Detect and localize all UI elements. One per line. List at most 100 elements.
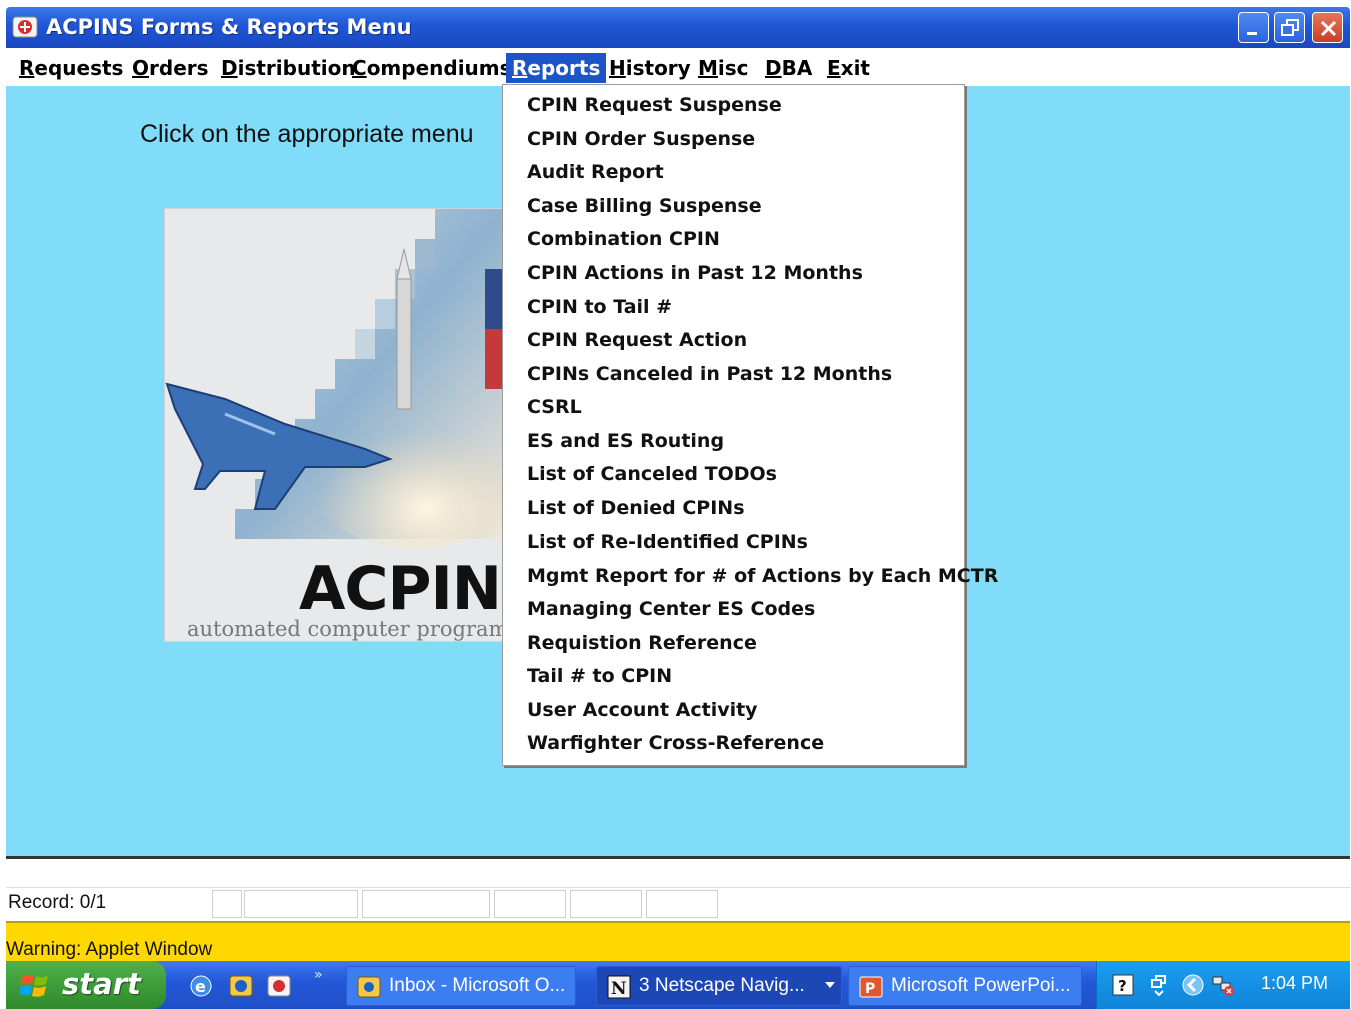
- menu-bar: Requests Orders Distribution Compendiums…: [6, 48, 1350, 86]
- task-powerpoint-label: Microsoft PowerPoi...: [891, 975, 1071, 996]
- menu-orders[interactable]: Orders: [126, 53, 215, 83]
- menu-orders-mnemonic: O: [132, 56, 150, 80]
- menu-distribution-label: istribution: [237, 56, 356, 80]
- menu-item-re-identified-cpins[interactable]: List of Re-Identified CPINs: [527, 527, 808, 557]
- windows-flag-icon: [20, 974, 48, 997]
- menu-item-combination-cpin[interactable]: Combination CPIN: [527, 224, 720, 254]
- menu-history[interactable]: History: [603, 53, 697, 83]
- menu-distribution[interactable]: Distribution: [215, 53, 362, 83]
- outlook-icon[interactable]: [228, 973, 254, 999]
- menu-reports-label: eports: [527, 56, 601, 80]
- powerpoint-icon: P: [859, 976, 883, 998]
- menu-item-es-routing[interactable]: ES and ES Routing: [527, 426, 724, 456]
- task-netscape-label: 3 Netscape Navig...: [639, 975, 805, 996]
- menu-item-cpin-to-tail[interactable]: CPIN to Tail #: [527, 292, 672, 322]
- clock: 1:04 PM: [1260, 973, 1328, 993]
- menu-history-label: istory: [625, 56, 691, 80]
- menu-item-user-account-activity[interactable]: User Account Activity: [527, 695, 758, 725]
- status-cell: [570, 890, 642, 918]
- svg-text:e: e: [195, 977, 206, 996]
- menu-exit[interactable]: Exit: [821, 53, 876, 83]
- logo-wordmark: ACPINS: [299, 554, 505, 624]
- network-status-icon[interactable]: [1211, 973, 1235, 997]
- menu-item-warfighter-cross-reference[interactable]: Warfighter Cross-Reference: [527, 728, 824, 758]
- quicklaunch-expand-icon[interactable]: »: [314, 967, 323, 983]
- menu-requests[interactable]: Requests: [13, 53, 129, 83]
- menu-compendiums-label: ompendiums: [366, 56, 512, 80]
- menu-item-mgmt-report-mctr[interactable]: Mgmt Report for # of Actions by Each MCT…: [527, 561, 998, 591]
- menu-item-cpin-order-suspense[interactable]: CPIN Order Suspense: [527, 124, 755, 154]
- menu-dba[interactable]: DBA: [759, 53, 818, 83]
- acpins-logo: ACPINS automated computer program identi…: [164, 208, 506, 642]
- taskbar: start e » Inbox - Microsoft O... N 3 Net…: [6, 961, 1350, 1009]
- chevron-left-icon[interactable]: [1181, 973, 1205, 997]
- start-label: start: [62, 967, 141, 1001]
- reports-dropdown: CPIN Request Suspense CPIN Order Suspens…: [502, 84, 998, 766]
- minimize-icon: [1247, 32, 1257, 35]
- start-button[interactable]: start: [6, 961, 166, 1009]
- menu-misc[interactable]: Misc: [692, 53, 755, 83]
- system-tray: ? 1:04 PM: [1096, 961, 1350, 1009]
- blank-strip: [6, 859, 1350, 887]
- svg-text:?: ?: [1118, 977, 1127, 995]
- menu-orders-label: rders: [149, 56, 209, 80]
- minimize-button[interactable]: [1238, 12, 1269, 43]
- restore-icon: [1281, 19, 1299, 36]
- menu-compendiums[interactable]: Compendiums: [346, 53, 518, 83]
- applet-warning-bar: Warning: Applet Window: [6, 921, 1350, 961]
- menu-compendiums-mnemonic: C: [352, 56, 367, 80]
- restore-tray-icon[interactable]: [1147, 973, 1171, 997]
- chevron-down-icon: [825, 982, 835, 988]
- app-quicklaunch-icon[interactable]: [266, 973, 292, 999]
- restore-button[interactable]: [1274, 12, 1305, 43]
- menu-requests-mnemonic: R: [19, 56, 35, 80]
- menu-item-cpin-request-suspense[interactable]: CPIN Request Suspense: [527, 90, 782, 120]
- menu-exit-mnemonic: E: [827, 56, 841, 80]
- menu-item-managing-center-es-codes[interactable]: Managing Center ES Codes: [527, 594, 815, 624]
- menu-item-cpins-canceled-12-months[interactable]: CPINs Canceled in Past 12 Months: [527, 359, 892, 389]
- close-button[interactable]: [1312, 12, 1343, 43]
- menu-requests-label: equests: [34, 56, 124, 80]
- task-inbox[interactable]: Inbox - Microsoft O...: [346, 966, 576, 1006]
- svg-text:P: P: [865, 981, 875, 997]
- outlook-icon: [357, 976, 381, 998]
- help-icon[interactable]: ?: [1111, 973, 1135, 997]
- applet-warning-text: Warning: Applet Window: [6, 939, 213, 960]
- menu-item-cpin-request-action[interactable]: CPIN Request Action: [527, 325, 747, 355]
- menu-exit-label: xit: [840, 56, 870, 80]
- window-title: ACPINS Forms & Reports Menu: [46, 15, 412, 39]
- record-indicator: Record: 0/1: [8, 892, 107, 913]
- instruction-text: Click on the appropriate menu: [140, 120, 474, 148]
- menu-item-cpin-actions-12-months[interactable]: CPIN Actions in Past 12 Months: [527, 258, 863, 288]
- menu-reports-mnemonic: R: [512, 56, 528, 80]
- menu-item-tail-to-cpin[interactable]: Tail # to CPIN: [527, 661, 672, 691]
- netscape-icon: N: [607, 975, 631, 999]
- menu-item-requisition-reference[interactable]: Requistion Reference: [527, 628, 757, 658]
- task-netscape[interactable]: N 3 Netscape Navig...: [596, 966, 842, 1006]
- menu-history-mnemonic: H: [609, 56, 626, 80]
- app-icon[interactable]: [12, 15, 38, 39]
- logo-subtitle: automated computer program identificatio…: [187, 617, 506, 641]
- task-inbox-label: Inbox - Microsoft O...: [389, 975, 566, 996]
- menu-item-denied-cpins[interactable]: List of Denied CPINs: [527, 493, 745, 523]
- menu-item-audit-report[interactable]: Audit Report: [527, 157, 664, 187]
- menu-item-case-billing-suspense[interactable]: Case Billing Suspense: [527, 191, 762, 221]
- internet-explorer-icon[interactable]: e: [188, 973, 214, 999]
- title-bar: ACPINS Forms & Reports Menu: [6, 7, 1350, 48]
- menu-misc-label: isc: [717, 56, 749, 80]
- menu-item-canceled-todos[interactable]: List of Canceled TODOs: [527, 459, 777, 489]
- svg-text:N: N: [611, 979, 627, 999]
- menu-dba-label: BA: [781, 56, 813, 80]
- status-cell: [244, 890, 358, 918]
- menu-misc-mnemonic: M: [698, 56, 718, 80]
- menu-reports[interactable]: Reports: [506, 53, 607, 83]
- menu-item-csrl[interactable]: CSRL: [527, 392, 582, 422]
- status-cell: [646, 890, 718, 918]
- task-powerpoint[interactable]: P Microsoft PowerPoi...: [848, 966, 1082, 1006]
- menu-distribution-mnemonic: D: [221, 56, 238, 80]
- record-bar: Record: 0/1: [6, 887, 1350, 921]
- status-cell: [494, 890, 566, 918]
- menu-dba-mnemonic: D: [765, 56, 782, 80]
- status-cell: [362, 890, 490, 918]
- status-cell: [212, 890, 242, 918]
